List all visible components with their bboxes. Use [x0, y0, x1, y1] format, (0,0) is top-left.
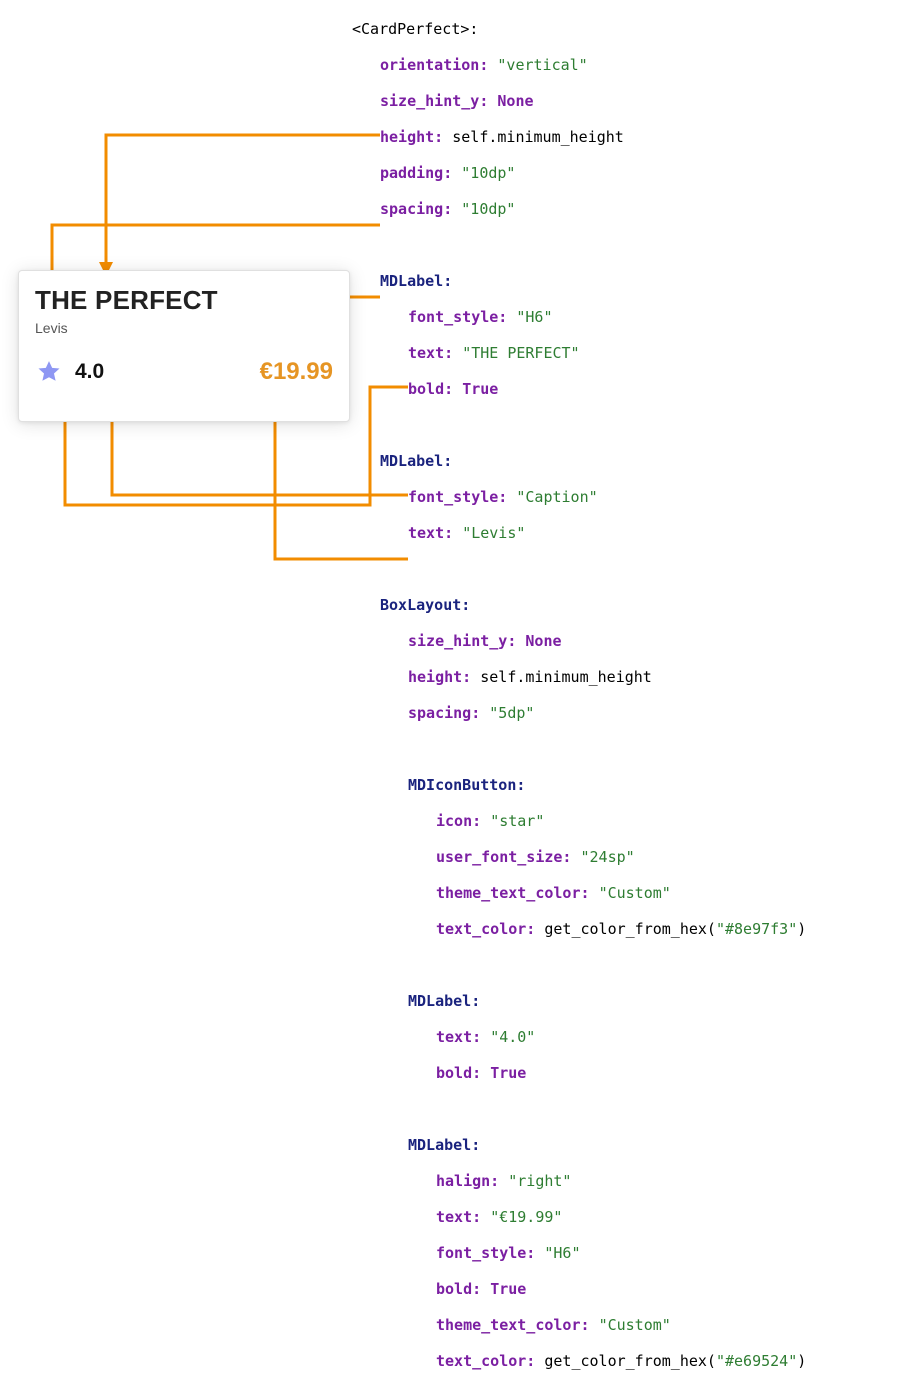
price-value: €19.99 [260, 358, 333, 386]
card-info-row: 4.0 €19.99 [35, 352, 333, 392]
card-title: THE PERFECT [35, 285, 333, 316]
product-card: THE PERFECT Levis 4.0 €19.99 [18, 270, 350, 422]
card-subtitle: Levis [35, 320, 333, 336]
star-icon[interactable] [35, 358, 63, 386]
rating-value: 4.0 [75, 360, 104, 384]
kv-code-block: <CardPerfect>: orientation: "vertical" s… [352, 2, 806, 1388]
